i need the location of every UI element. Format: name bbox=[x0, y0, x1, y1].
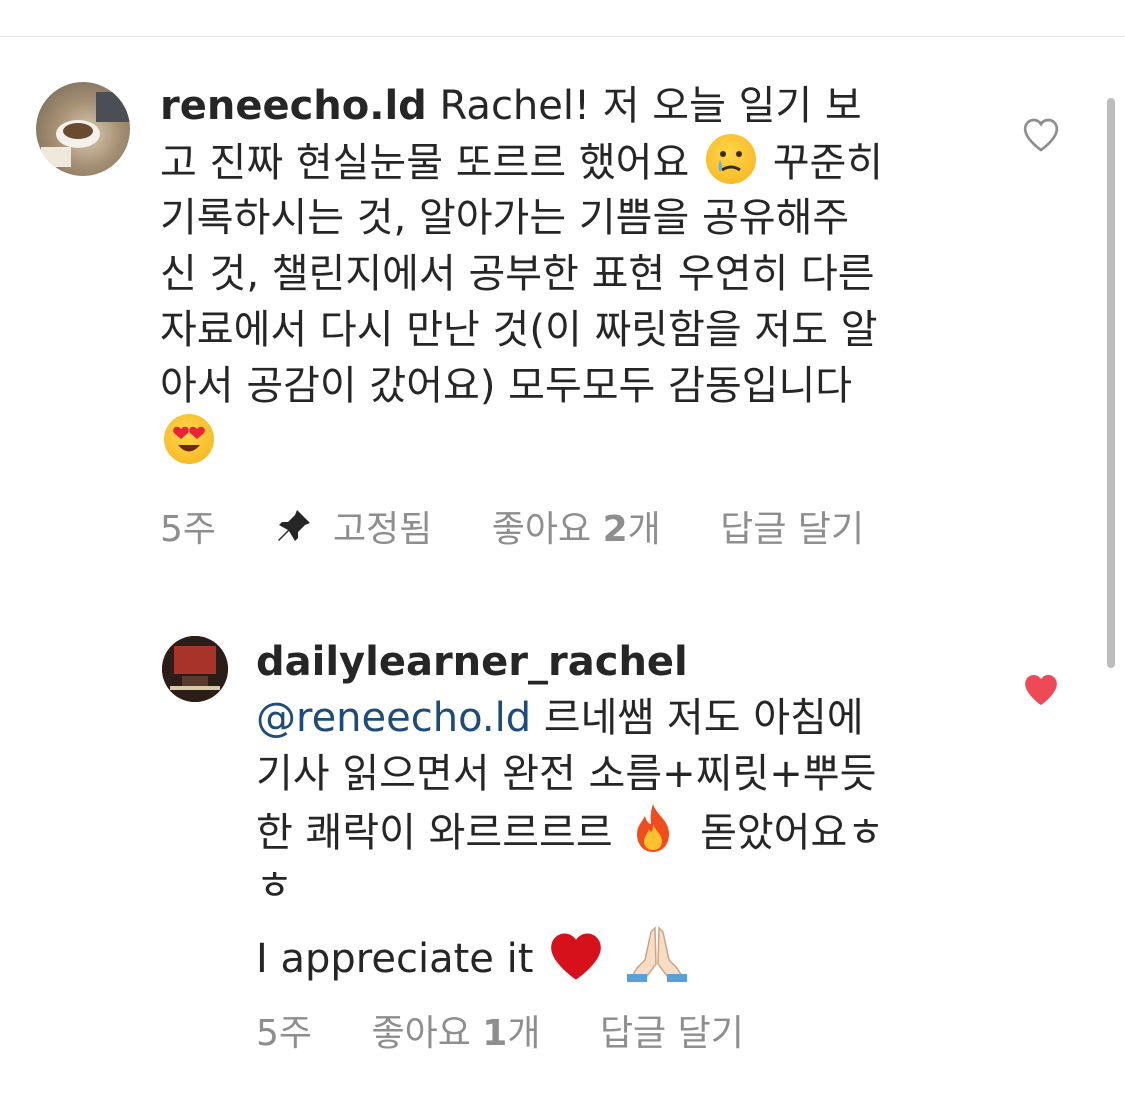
reply-button[interactable]: 답글 달기 bbox=[720, 500, 864, 552]
reply-button[interactable]: 답글 달기 bbox=[600, 1004, 744, 1056]
crying-face-icon bbox=[705, 134, 756, 184]
comment-text-line: 고 진짜 현실눈물 또르르 했어요 bbox=[160, 140, 690, 186]
comment-body: reneecho.ld Rachel! 저 오늘 일기 보 고 진짜 현실눈물 … bbox=[160, 78, 883, 470]
heart-eyes-face-icon bbox=[164, 414, 214, 464]
avatar-photo-icon bbox=[162, 636, 228, 702]
heart-outline-icon[interactable] bbox=[1021, 115, 1061, 155]
comment-time: 5주 bbox=[160, 509, 217, 550]
likes-count[interactable]: 좋아요 2개 bbox=[492, 500, 661, 552]
folded-hands-icon bbox=[625, 924, 689, 997]
comment-text-line: 기록하시는 것, 알아가는 기쁨을 공유해주 bbox=[160, 195, 850, 241]
comment-text-line: 아서 공감이 갔어요) 모두모두 감동입니다 bbox=[160, 363, 853, 409]
comment-username[interactable]: dailylearner_rachel bbox=[256, 634, 884, 690]
comment-text-line: 돋았어요ㅎ bbox=[700, 810, 885, 856]
pinned-label: 고정됨 bbox=[332, 509, 433, 550]
comment-text-line: 자료에서 다시 만난 것(이 짜릿함을 저도 알 bbox=[160, 307, 878, 353]
avatar[interactable] bbox=[36, 82, 130, 176]
comment-text-line: 꾸준히 bbox=[772, 140, 884, 186]
comment-text-line: I appreciate it bbox=[256, 936, 534, 982]
comment-meta: 5주 고정됨 좋아요 2개 답글 달기 bbox=[160, 500, 912, 552]
pinned-indicator: 고정됨 bbox=[275, 500, 432, 552]
comment-text-line: 신 것, 챌린지에서 공부한 표현 우연히 다른 bbox=[160, 251, 875, 297]
comment-meta: 5주 좋아요 1개 답글 달기 bbox=[256, 1004, 792, 1056]
fire-icon bbox=[629, 802, 677, 869]
heart-filled-icon[interactable] bbox=[1021, 670, 1061, 710]
scrollbar[interactable] bbox=[1107, 98, 1115, 668]
avatar[interactable] bbox=[162, 636, 228, 702]
red-heart-icon bbox=[546, 930, 606, 997]
comment-text-line: 한 쾌락이 와르르르르 bbox=[256, 810, 613, 856]
comment-time: 5주 bbox=[256, 1013, 313, 1054]
mention-link[interactable]: @reneecho.ld bbox=[256, 695, 531, 741]
comment-text-line: Rachel! 저 오늘 일기 보 bbox=[439, 83, 862, 129]
top-divider bbox=[0, 36, 1125, 37]
likes-count[interactable]: 좋아요 1개 bbox=[371, 1004, 540, 1056]
comment-text-line: 르네쌤 저도 아침에 bbox=[543, 695, 864, 741]
comment-text-line: 기사 읽으면서 완전 소름+찌릿+뿌듯 bbox=[256, 751, 877, 797]
comment-username[interactable]: reneecho.ld bbox=[160, 83, 427, 129]
comment-text-line: ㅎ bbox=[256, 863, 293, 909]
comment-body: dailylearner_rachel @reneecho.ld 르네쌤 저도 … bbox=[256, 634, 885, 982]
pin-icon bbox=[278, 510, 311, 541]
avatar-photo-icon bbox=[41, 92, 130, 167]
